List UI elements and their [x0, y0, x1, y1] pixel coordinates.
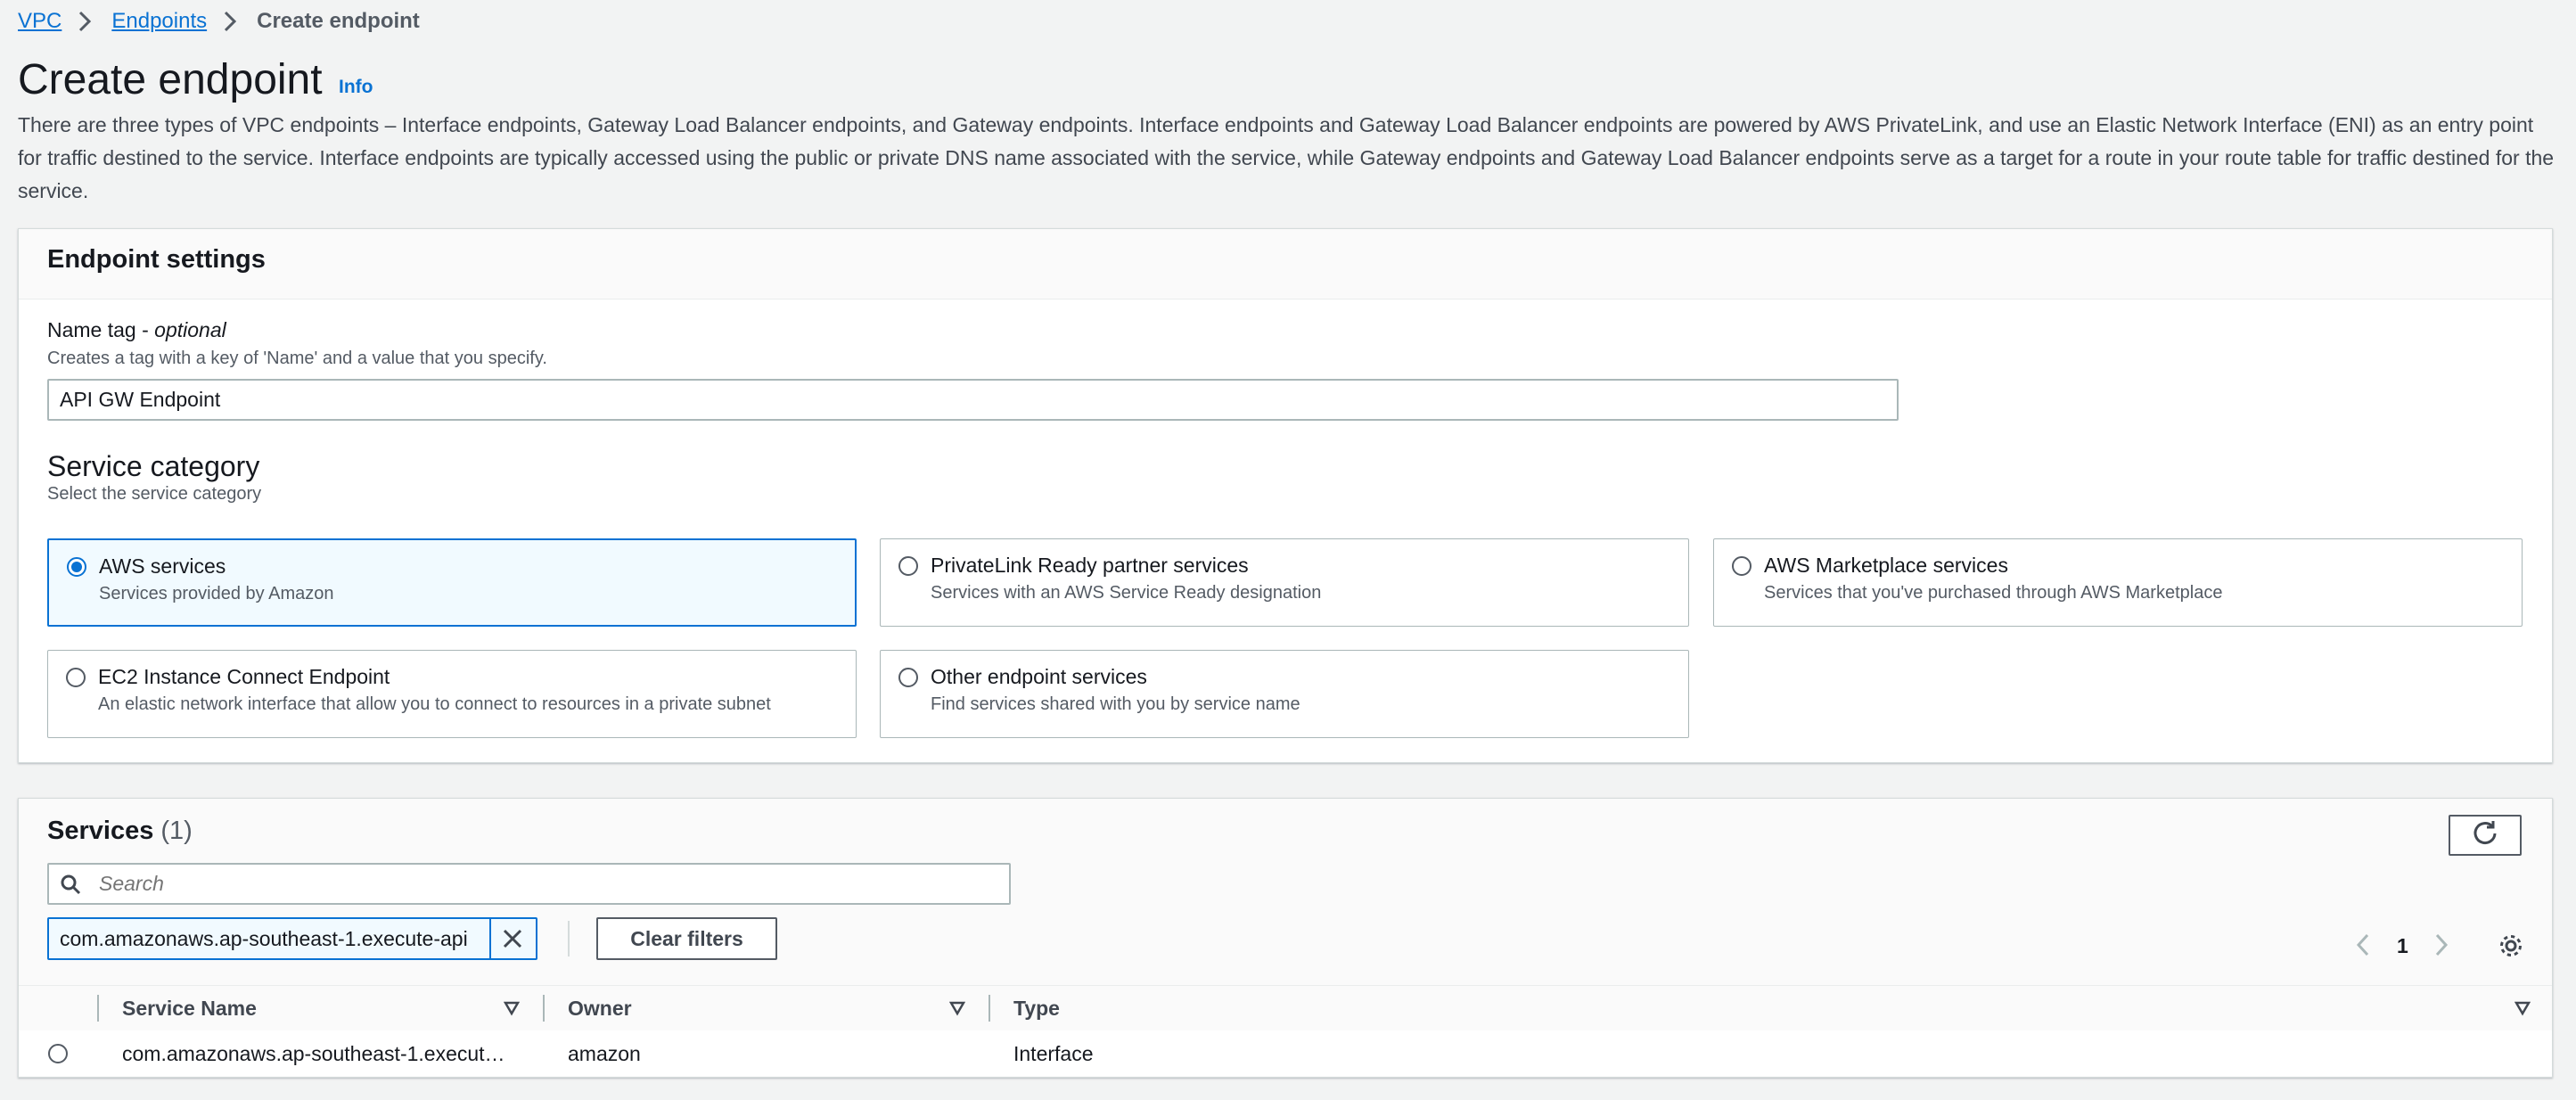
radio-button[interactable]: [66, 668, 86, 687]
cell-type: Interface: [1013, 1042, 1094, 1065]
gear-icon[interactable]: [2498, 933, 2523, 963]
cell-owner: amazon: [568, 1042, 641, 1065]
column-header-service-name[interactable]: Service Name: [122, 997, 257, 1021]
refresh-icon: [2472, 821, 2498, 850]
tile-description: Services provided by Amazon: [99, 584, 334, 603]
services-panel: Services (1) com.amazonaws.ap-southeast-…: [18, 798, 2553, 1078]
category-tile-aws-services[interactable]: AWS services Services provided by Amazon: [47, 538, 857, 627]
service-category-title: Service category: [47, 450, 260, 482]
sort-icon[interactable]: [948, 1000, 966, 1021]
column-header-owner[interactable]: Owner: [568, 997, 632, 1021]
search-box[interactable]: [47, 863, 1011, 905]
category-tile-aws-marketplace[interactable]: AWS Marketplace services Services that y…: [1713, 538, 2523, 627]
table-row[interactable]: com.amazonaws.ap-southeast-1.execut… ama…: [19, 1030, 2552, 1076]
panel-title: Endpoint settings: [47, 245, 266, 274]
column-divider[interactable]: [989, 995, 990, 1022]
category-tile-privatelink-partner[interactable]: PrivateLink Ready partner services Servi…: [880, 538, 1689, 627]
column-divider: [97, 995, 99, 1022]
cell-service-name: com.amazonaws.ap-southeast-1.execut…: [122, 1042, 505, 1065]
chevron-left-icon[interactable]: [2354, 932, 2372, 962]
tile-label: PrivateLink Ready partner services: [931, 554, 1249, 577]
name-tag-hint: Creates a tag with a key of 'Name' and a…: [47, 349, 547, 368]
tile-description: Services with an AWS Service Ready desig…: [931, 583, 1322, 603]
page-number[interactable]: 1: [2397, 934, 2408, 958]
column-divider[interactable]: [543, 995, 545, 1022]
chevron-right-icon: [78, 5, 95, 37]
refresh-button[interactable]: [2449, 815, 2522, 856]
name-tag-label-text: Name tag -: [47, 318, 155, 341]
tile-description: Find services shared with you by service…: [931, 694, 1300, 714]
services-count: (1): [160, 817, 193, 845]
search-icon: [60, 874, 81, 899]
endpoint-settings-panel: Endpoint settings Name tag - optional Cr…: [18, 228, 2553, 763]
services-title: Services (1): [47, 817, 193, 846]
breadcrumb: VPC Endpoints Create endpoint: [18, 5, 420, 37]
breadcrumb-link-vpc[interactable]: VPC: [18, 9, 62, 34]
radio-button[interactable]: [898, 556, 918, 576]
tile-label: AWS Marketplace services: [1764, 554, 2008, 577]
name-tag-input[interactable]: [47, 379, 1899, 421]
service-category-hint: Select the service category: [47, 484, 262, 504]
radio-button[interactable]: [67, 557, 86, 577]
token-divider: [489, 919, 491, 958]
info-link[interactable]: Info: [339, 77, 373, 98]
sort-icon[interactable]: [503, 1000, 521, 1021]
tile-label: AWS services: [99, 554, 226, 578]
page-description: There are three types of VPC endpoints –…: [18, 113, 2555, 202]
panel-header: Endpoint settings: [19, 229, 2552, 300]
column-header-type[interactable]: Type: [1013, 997, 1060, 1021]
clear-filters-button[interactable]: Clear filters: [596, 917, 777, 960]
page-title: Create endpoint: [18, 56, 323, 103]
tile-label: EC2 Instance Connect Endpoint: [98, 665, 390, 688]
sort-icon[interactable]: [2514, 1000, 2531, 1021]
filter-token: com.amazonaws.ap-southeast-1.execute-api: [47, 917, 537, 960]
category-tile-ec2-instance-connect[interactable]: EC2 Instance Connect Endpoint An elastic…: [47, 650, 857, 738]
chevron-right-icon[interactable]: [2432, 932, 2450, 962]
row-radio-button[interactable]: [48, 1044, 68, 1063]
radio-button[interactable]: [898, 668, 918, 687]
name-tag-label: Name tag - optional: [47, 318, 226, 342]
breadcrumb-current: Create endpoint: [257, 9, 420, 33]
breadcrumb-link-endpoints[interactable]: Endpoints: [111, 9, 207, 34]
tile-description: Services that you've purchased through A…: [1764, 583, 2223, 603]
services-title-text: Services: [47, 817, 154, 845]
optional-label: optional: [154, 318, 226, 341]
filter-divider: [568, 921, 570, 956]
table-header: Service Name Owner Type: [19, 985, 2552, 1031]
filter-token-value: com.amazonaws.ap-southeast-1.execute-api: [60, 927, 468, 950]
radio-button[interactable]: [1732, 556, 1752, 576]
chevron-right-icon: [223, 5, 241, 37]
category-tile-other-endpoint[interactable]: Other endpoint services Find services sh…: [880, 650, 1689, 738]
tile-description: An elastic network interface that allow …: [98, 694, 771, 714]
search-input[interactable]: [88, 866, 997, 901]
tile-label: Other endpoint services: [931, 665, 1147, 688]
close-icon[interactable]: [502, 928, 523, 954]
